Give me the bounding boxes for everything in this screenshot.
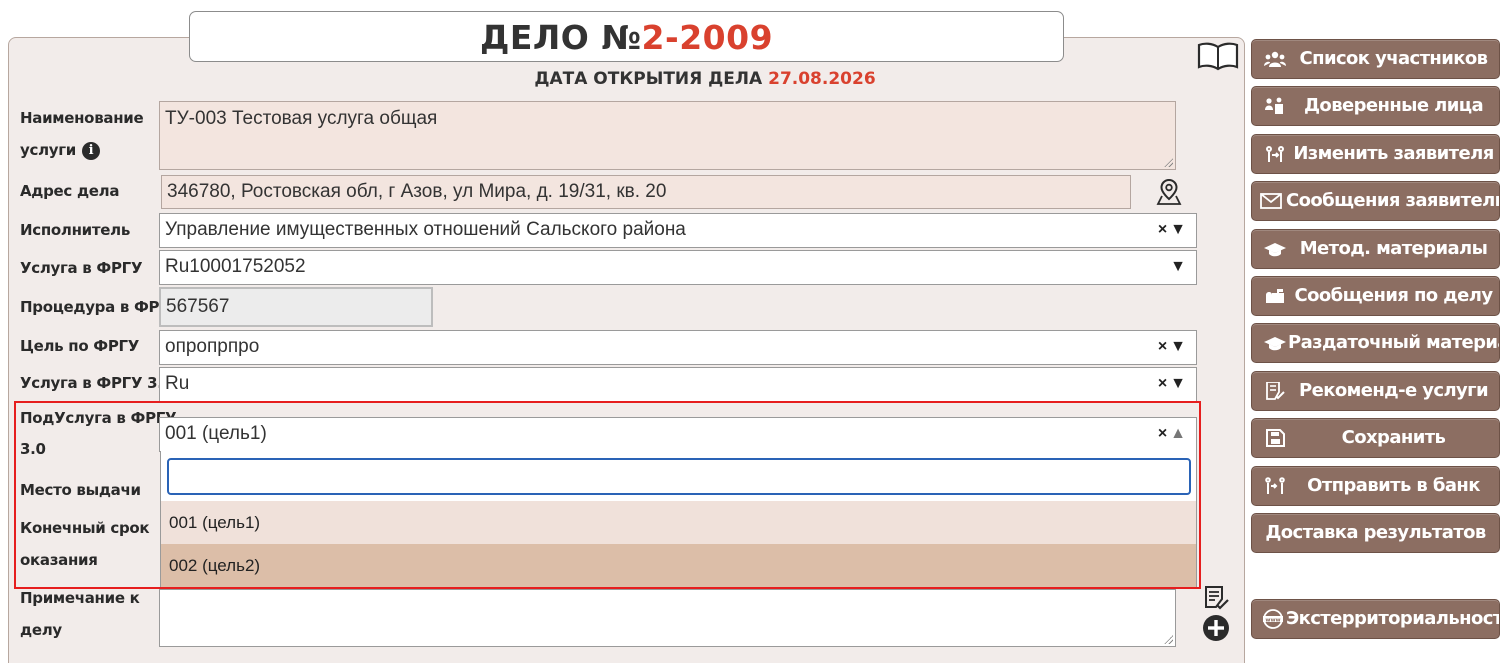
service-name-label: Наименование услуги i (20, 109, 144, 160)
recommended-services-button[interactable]: Рекоменд-е услуги (1251, 371, 1500, 411)
clear-icon[interactable]: × (1158, 425, 1170, 442)
extraterritoriality-button[interactable]: www Экстерриториальность (1251, 599, 1500, 639)
send-to-bank-button[interactable]: Отправить в банк (1251, 466, 1500, 506)
case-open-date-value: 27.08.2026 (768, 69, 876, 89)
plus-circle-icon[interactable] (1203, 615, 1229, 641)
dropdown-option-highlighted[interactable]: 002 (цель2) (161, 544, 1196, 587)
clear-icon[interactable]: × (1158, 221, 1170, 238)
save-button[interactable]: Сохранить (1251, 418, 1500, 458)
checklist-icon (1266, 382, 1285, 400)
address-label: Адрес дела (20, 182, 120, 200)
service-name-field[interactable]: ТУ-003 Тестовая услуга общая (159, 101, 1176, 170)
envelope-icon (1260, 193, 1282, 209)
graduation-cap-icon (1264, 243, 1286, 257)
note-label: Примечание к делу (20, 589, 140, 639)
trusted-persons-button[interactable]: Доверенные лица (1251, 86, 1500, 126)
case-title-box: ДЕЛО №2-2009 (189, 11, 1064, 62)
book-icon[interactable] (1197, 41, 1239, 71)
chevron-down-icon[interactable]: ▼ (1170, 221, 1189, 238)
frgu3-service-select[interactable]: Ru ×▼ (159, 367, 1197, 402)
dropdown-search-input[interactable] (167, 458, 1191, 495)
change-applicant-button[interactable]: Изменить заявителя (1251, 134, 1500, 174)
case-title: ДЕЛО №2-2009 (479, 18, 774, 57)
participants-list-button[interactable]: Список участников (1251, 39, 1500, 79)
case-messages-button[interactable]: Сообщения по делу (1251, 276, 1500, 316)
chevron-up-icon[interactable]: ▲ (1170, 425, 1189, 442)
floppy-disk-icon (1266, 429, 1285, 447)
handout-material-button[interactable]: Раздаточный материал (1251, 323, 1500, 363)
resize-grip-icon[interactable] (1164, 635, 1173, 644)
issue-place-label: Место выдачи (20, 481, 141, 499)
frgu-service-select[interactable]: Ru10001752052 ▼ (159, 250, 1197, 285)
messages-to-applicant-button[interactable]: Сообщения заявителю (1251, 181, 1500, 221)
note-field[interactable] (159, 589, 1176, 647)
frgu-service-label: Услуга в ФРГУ (20, 259, 143, 277)
map-pin-icon[interactable] (1156, 178, 1182, 206)
case-number: 2-2009 (641, 18, 774, 57)
svg-text:www: www (1265, 617, 1280, 623)
frgu3-subservice-select[interactable]: 001 (цель1) ×▲ (159, 417, 1197, 452)
chevron-down-icon[interactable]: ▼ (1170, 338, 1189, 355)
clear-icon[interactable]: × (1158, 338, 1170, 355)
subservice-dropdown: 001 (цель1) 002 (цель2) (160, 451, 1197, 587)
chevron-down-icon[interactable]: ▼ (1170, 258, 1189, 275)
address-field[interactable]: 346780, Ростовская обл, г Азов, ул Мира,… (161, 175, 1131, 209)
users-icon (1264, 51, 1286, 67)
frgu-goal-select[interactable]: опропрпро ×▼ (159, 330, 1197, 365)
chevron-down-icon[interactable]: ▼ (1170, 375, 1189, 392)
checklist-icon[interactable] (1205, 586, 1229, 610)
info-icon[interactable]: i (81, 142, 100, 160)
executor-select[interactable]: Управление имущественных отношений Сальс… (159, 213, 1197, 248)
case-open-date: ДАТА ОТКРЫТИЯ ДЕЛА 27.08.2026 (534, 69, 876, 89)
frgu-procedure-label: Процедура в ФРГУ (20, 298, 180, 316)
www-globe-icon: www (1263, 609, 1283, 629)
clear-icon[interactable]: × (1158, 375, 1170, 392)
trusted-persons-icon (1265, 97, 1283, 114)
change-applicant-icon (1266, 146, 1284, 162)
deadline-label: Конечный срок оказания (20, 519, 150, 569)
note-tools (1203, 586, 1229, 641)
graduation-cap-icon (1264, 337, 1286, 351)
mailbox-icon (1266, 289, 1284, 303)
resize-grip-icon[interactable] (1164, 158, 1173, 167)
frgu3-subservice-label: ПодУслуга в ФРГУ 3.0 (20, 409, 177, 458)
executor-label: Исполнитель (20, 221, 131, 239)
method-materials-button[interactable]: Метод. материалы (1251, 229, 1500, 269)
frgu-procedure-field[interactable]: 567567 (159, 287, 433, 327)
frgu-goal-label: Цель по ФРГУ (20, 337, 140, 355)
dropdown-option[interactable]: 001 (цель1) (161, 501, 1196, 544)
frgu3-service-label: Услуга в ФРГУ 3.0 (20, 374, 173, 392)
results-delivery-button[interactable]: Доставка результатов (1251, 513, 1500, 553)
send-bank-icon (1265, 477, 1285, 494)
